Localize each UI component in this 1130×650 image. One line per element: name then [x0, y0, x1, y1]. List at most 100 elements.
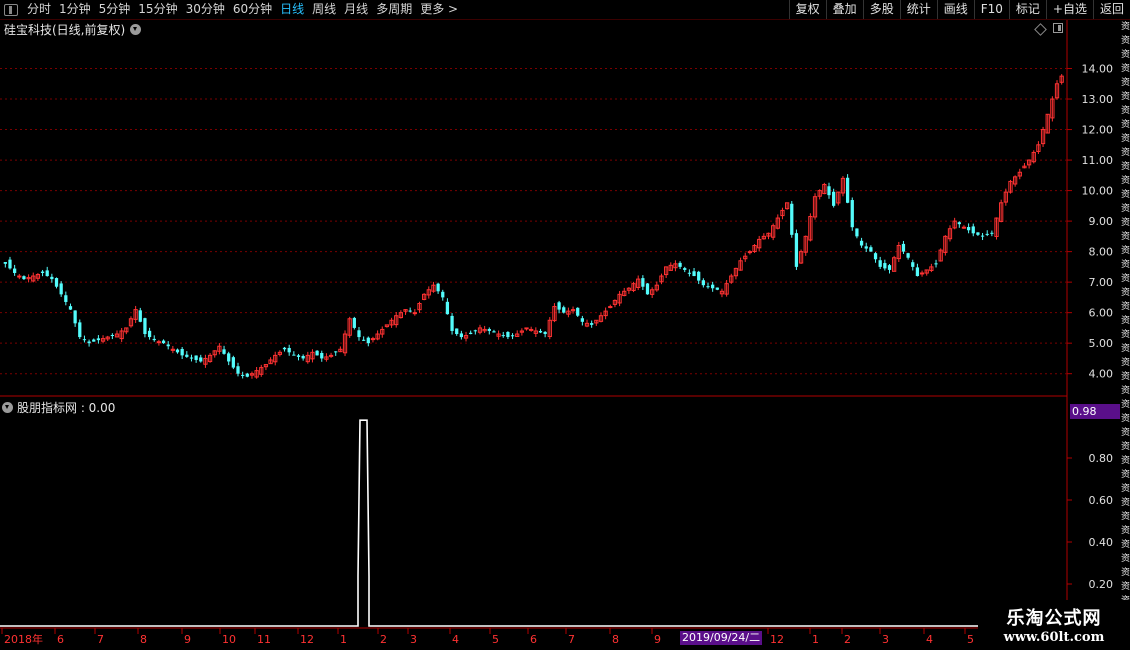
- candle-body-down: [110, 334, 114, 336]
- candle-body-up: [412, 312, 417, 315]
- candle-body-down: [320, 352, 324, 359]
- price-tick-label: 11.00: [1082, 154, 1114, 167]
- candle-body-down: [576, 307, 580, 316]
- candle-body-down: [366, 337, 370, 344]
- candle-body-down: [166, 344, 170, 347]
- candle-body-down: [845, 177, 850, 203]
- indicator-line: [0, 419, 1067, 627]
- candle-body-down: [22, 276, 26, 280]
- candle-body-down: [143, 318, 147, 335]
- candle-body-down: [492, 331, 496, 333]
- candle-body-down: [697, 271, 701, 281]
- candle-body-down: [911, 262, 915, 267]
- candle-body-down: [73, 310, 77, 324]
- candle-body-down: [687, 272, 692, 274]
- candle-body-down: [301, 355, 305, 359]
- candle-body-down: [794, 233, 799, 267]
- candle-body-up: [156, 341, 162, 344]
- candle-body-down: [887, 265, 892, 270]
- candle-body-down: [147, 330, 152, 338]
- candle-body-up: [529, 328, 534, 331]
- candle-body-down: [701, 280, 705, 286]
- candle-body-down: [82, 339, 87, 341]
- indicator-header: 股朋指标网 : 0.00: [2, 399, 115, 416]
- candle-body-down: [455, 328, 459, 335]
- candle-body-down: [562, 307, 566, 313]
- candle-body-down: [645, 283, 650, 295]
- candle-body-down: [538, 330, 543, 333]
- candle-body-down: [832, 191, 836, 206]
- candle-body-down: [957, 222, 961, 225]
- candle-body-down: [222, 349, 226, 354]
- candle-body-down: [692, 271, 696, 277]
- candle-body-down: [87, 341, 91, 344]
- candle-body-down: [966, 227, 971, 231]
- watermark-logo: 乐淘公式网 www.60lt.com: [978, 600, 1130, 650]
- candle-body-down: [68, 306, 73, 310]
- candle-body-down: [138, 310, 142, 322]
- date-tick-label: 6: [57, 633, 64, 646]
- candle-body-up: [608, 306, 613, 309]
- candle-body-down: [296, 355, 301, 357]
- candle-body-down: [850, 200, 854, 228]
- date-tick-label: 9: [654, 633, 661, 646]
- price-tick-label: 10.00: [1082, 185, 1114, 198]
- candle-body-up: [17, 275, 22, 278]
- price-tick-label: 5.00: [1089, 337, 1114, 350]
- candle-body-down: [362, 339, 366, 341]
- candle-body-down: [873, 253, 878, 260]
- indicator-tick-label: 0.20: [1089, 578, 1114, 591]
- candle-body-down: [13, 268, 17, 273]
- candle-body-down: [236, 366, 240, 374]
- candle-body-down: [185, 354, 189, 357]
- indicator-value-badge: 0.98: [1070, 404, 1120, 419]
- candle-body-down: [855, 228, 859, 237]
- candle-body-down: [50, 276, 54, 280]
- date-tick-label: 1: [340, 633, 347, 646]
- candle-body-down: [40, 271, 45, 273]
- date-tick-label: 5: [967, 633, 974, 646]
- candle-body-down: [8, 259, 12, 269]
- candle-body-down: [315, 350, 319, 356]
- price-tick-label: 9.00: [1089, 215, 1114, 228]
- candle-body-down: [231, 357, 235, 368]
- date-tick-label: 3: [410, 633, 417, 646]
- candle-body-down: [352, 317, 356, 328]
- candle-body-down: [715, 287, 719, 290]
- chevron-down-icon[interactable]: [2, 402, 13, 413]
- price-tick-label: 8.00: [1089, 246, 1114, 259]
- date-tick-label: 11: [257, 633, 271, 646]
- candle-body-down: [827, 186, 831, 196]
- date-tick-label: 12: [300, 633, 314, 646]
- kline-chart[interactable]: 4.00 5.00 6.00 7.00 8.00 9.00 10.00 11.00 12.00 1…: [0, 0, 1130, 650]
- price-tick-label: 12.00: [1082, 124, 1114, 137]
- indicator-tick-label: 0.40: [1089, 536, 1114, 549]
- candle-body-down: [227, 353, 231, 362]
- candle-body-down: [92, 339, 96, 342]
- candle-body-down: [580, 318, 584, 322]
- candle-body-down: [199, 357, 203, 362]
- candle-body-down: [54, 278, 59, 287]
- candle-body-down: [976, 232, 980, 235]
- candle-body-down: [441, 291, 445, 298]
- candle-body-down: [990, 232, 994, 234]
- candle-body-down: [883, 263, 887, 269]
- candle-body-down: [543, 331, 547, 335]
- candle-body-down: [506, 331, 510, 338]
- date-tick-label: 7: [97, 633, 104, 646]
- candle-body-down: [906, 253, 910, 258]
- candle-body-down: [64, 295, 68, 302]
- candle-body-down: [245, 373, 249, 377]
- date-tick-label: 4: [452, 633, 459, 646]
- price-tick-label: 7.00: [1089, 276, 1114, 289]
- candle-body-down: [641, 278, 645, 287]
- candle-body-down: [161, 340, 166, 344]
- candle-body-down: [901, 243, 906, 252]
- date-tick-label: 12: [770, 633, 784, 646]
- candle-body-down: [287, 347, 291, 353]
- date-tick-label: 3: [882, 633, 889, 646]
- candle-body-down: [292, 354, 296, 356]
- date-tick-label: 8: [612, 633, 619, 646]
- candle-body-down: [501, 335, 505, 337]
- candle-body-down: [934, 263, 938, 265]
